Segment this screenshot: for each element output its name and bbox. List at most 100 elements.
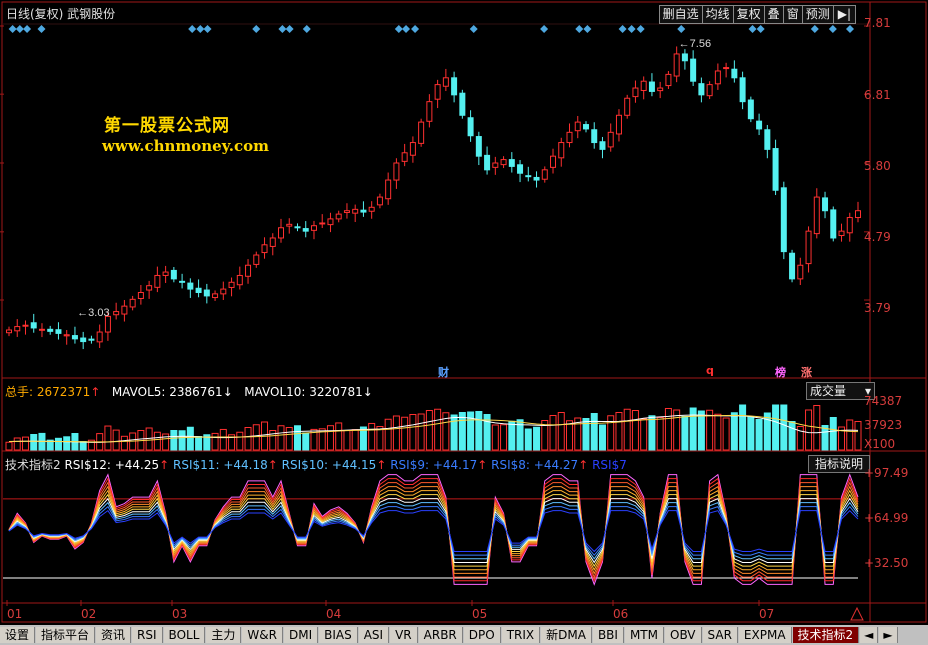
candle-body <box>681 53 688 62</box>
candle-body <box>220 288 227 295</box>
volume-bar <box>178 430 186 451</box>
volume-bar <box>351 429 359 451</box>
volume-bar <box>219 428 227 451</box>
tab-tech-indicator-2[interactable]: 技术指标2 <box>792 627 860 643</box>
window-button[interactable]: 窗 <box>782 5 803 24</box>
candle-body <box>38 328 45 331</box>
volume-bar <box>615 412 623 451</box>
candle-body <box>723 67 730 70</box>
rsi10-value: +44.15 <box>331 458 377 472</box>
x-axis-label: 07 <box>759 607 775 621</box>
moving-average-button[interactable]: 均线 <box>701 5 734 24</box>
event-diamond-icon <box>846 25 855 33</box>
finance-flag[interactable]: 财 <box>438 364 449 380</box>
tab-main-force[interactable]: 主力 <box>206 627 242 643</box>
tab-boll[interactable]: BOLL <box>163 627 206 643</box>
candle-body <box>121 305 128 315</box>
candle-body <box>591 129 598 144</box>
indicator-legend: 技术指标2 RSI$12: +44.25↑ RSI$11: +44.18↑ RS… <box>5 456 627 473</box>
total-label: 总手: <box>5 385 37 399</box>
event-diamond-icon <box>756 25 765 33</box>
volume-bar <box>722 417 730 451</box>
tab-vr[interactable]: VR <box>390 627 418 643</box>
candle-body <box>739 77 746 103</box>
price-axis-label: 5.80 <box>864 159 891 173</box>
candle-body <box>566 131 573 144</box>
event-diamond-icon <box>285 25 294 33</box>
mavol10-label: MAVOL10: <box>244 385 310 399</box>
limit-up-flag[interactable]: 涨 <box>801 364 812 380</box>
tab-rsi[interactable]: RSI <box>132 627 163 643</box>
scroll-left-icon[interactable]: ◄ <box>860 627 879 643</box>
volume-bar <box>343 430 351 451</box>
tab-obv[interactable]: OBV <box>665 627 702 643</box>
volume-bar <box>524 428 532 451</box>
tab-new-dma[interactable]: 新DMA <box>541 627 592 643</box>
x-axis-label: 01 <box>7 607 23 621</box>
volume-bar <box>623 408 631 451</box>
event-diamond-icon <box>411 25 420 33</box>
rsi-line <box>8 493 859 568</box>
volume-bar <box>368 422 376 451</box>
collapse-panel-icon[interactable]: ▶| <box>832 5 856 24</box>
candle-body <box>269 237 276 247</box>
candle-body <box>368 206 375 212</box>
q-flag[interactable]: q <box>706 364 714 377</box>
tab-news[interactable]: 资讯 <box>96 627 132 643</box>
forecast-button[interactable]: 预测 <box>801 5 834 24</box>
tab-bbi[interactable]: BBI <box>592 627 624 643</box>
tab-bias[interactable]: BIAS <box>319 627 358 643</box>
indicator-help-button[interactable]: 指标说明 <box>808 455 871 473</box>
volume-bar <box>607 415 615 451</box>
x-axis-label: 02 <box>81 607 97 621</box>
volume-bar <box>664 408 672 451</box>
tab-dpo[interactable]: DPO <box>463 627 501 643</box>
tab-sar[interactable]: SAR <box>702 627 738 643</box>
tab-expma[interactable]: EXPMA <box>738 627 792 643</box>
chart-canvas[interactable]: ←7.56 ←3.03 <box>0 0 928 625</box>
tab-mtm[interactable]: MTM <box>624 627 664 643</box>
volume-bar <box>5 441 13 451</box>
event-diamond-icon <box>302 25 311 33</box>
candle-body <box>162 271 169 276</box>
remove-watchlist-button[interactable]: 删自选 <box>658 5 703 24</box>
volume-bar <box>236 431 244 451</box>
overlay-button[interactable]: 叠 <box>763 5 784 24</box>
tab-trix[interactable]: TRIX <box>501 627 541 643</box>
candle-body <box>228 281 235 288</box>
tab-wr[interactable]: W&R <box>242 627 283 643</box>
volume-bar <box>326 425 334 451</box>
volume-legend: 总手: 2672371↑ MAVOL5: 2386761↓ MAVOL10: 3… <box>5 383 373 400</box>
candle-body <box>582 124 589 130</box>
event-diamond-icon <box>583 25 592 33</box>
tab-arbr[interactable]: ARBR <box>418 627 463 643</box>
chart-title: 日线(复权) 武钢股份 <box>6 7 116 21</box>
ranking-flag[interactable]: 榜 <box>775 364 786 380</box>
tab-indicator-platform[interactable]: 指标平台 <box>36 627 96 643</box>
rsi-line <box>8 477 859 583</box>
tab-asi[interactable]: ASI <box>358 627 390 643</box>
candle-body <box>113 311 120 316</box>
volume-bar <box>277 425 285 451</box>
candle-body <box>426 101 433 122</box>
tab-settings[interactable]: 设置 <box>0 627 36 643</box>
chart-toolbar: 删自选 均线 复权 叠 窗 预测 ▶| <box>658 5 856 24</box>
candle-body <box>319 222 326 225</box>
volume-bar <box>244 427 252 451</box>
candle-body <box>764 129 771 150</box>
candle-body <box>541 169 548 180</box>
adjust-price-button[interactable]: 复权 <box>732 5 765 24</box>
volume-bar <box>13 437 21 451</box>
volume-axis-label: 37923 <box>864 418 903 432</box>
candle-body <box>393 162 400 181</box>
volume-bar <box>780 404 788 451</box>
volume-bar <box>854 421 862 451</box>
volume-bar <box>170 430 178 451</box>
candle-body <box>484 154 491 171</box>
candle-body <box>805 230 812 265</box>
event-diamond-icon <box>196 25 205 33</box>
scroll-right-icon[interactable]: ► <box>879 627 898 643</box>
candle-body <box>146 285 153 291</box>
candle-body <box>475 136 482 157</box>
tab-dmi[interactable]: DMI <box>283 627 319 643</box>
